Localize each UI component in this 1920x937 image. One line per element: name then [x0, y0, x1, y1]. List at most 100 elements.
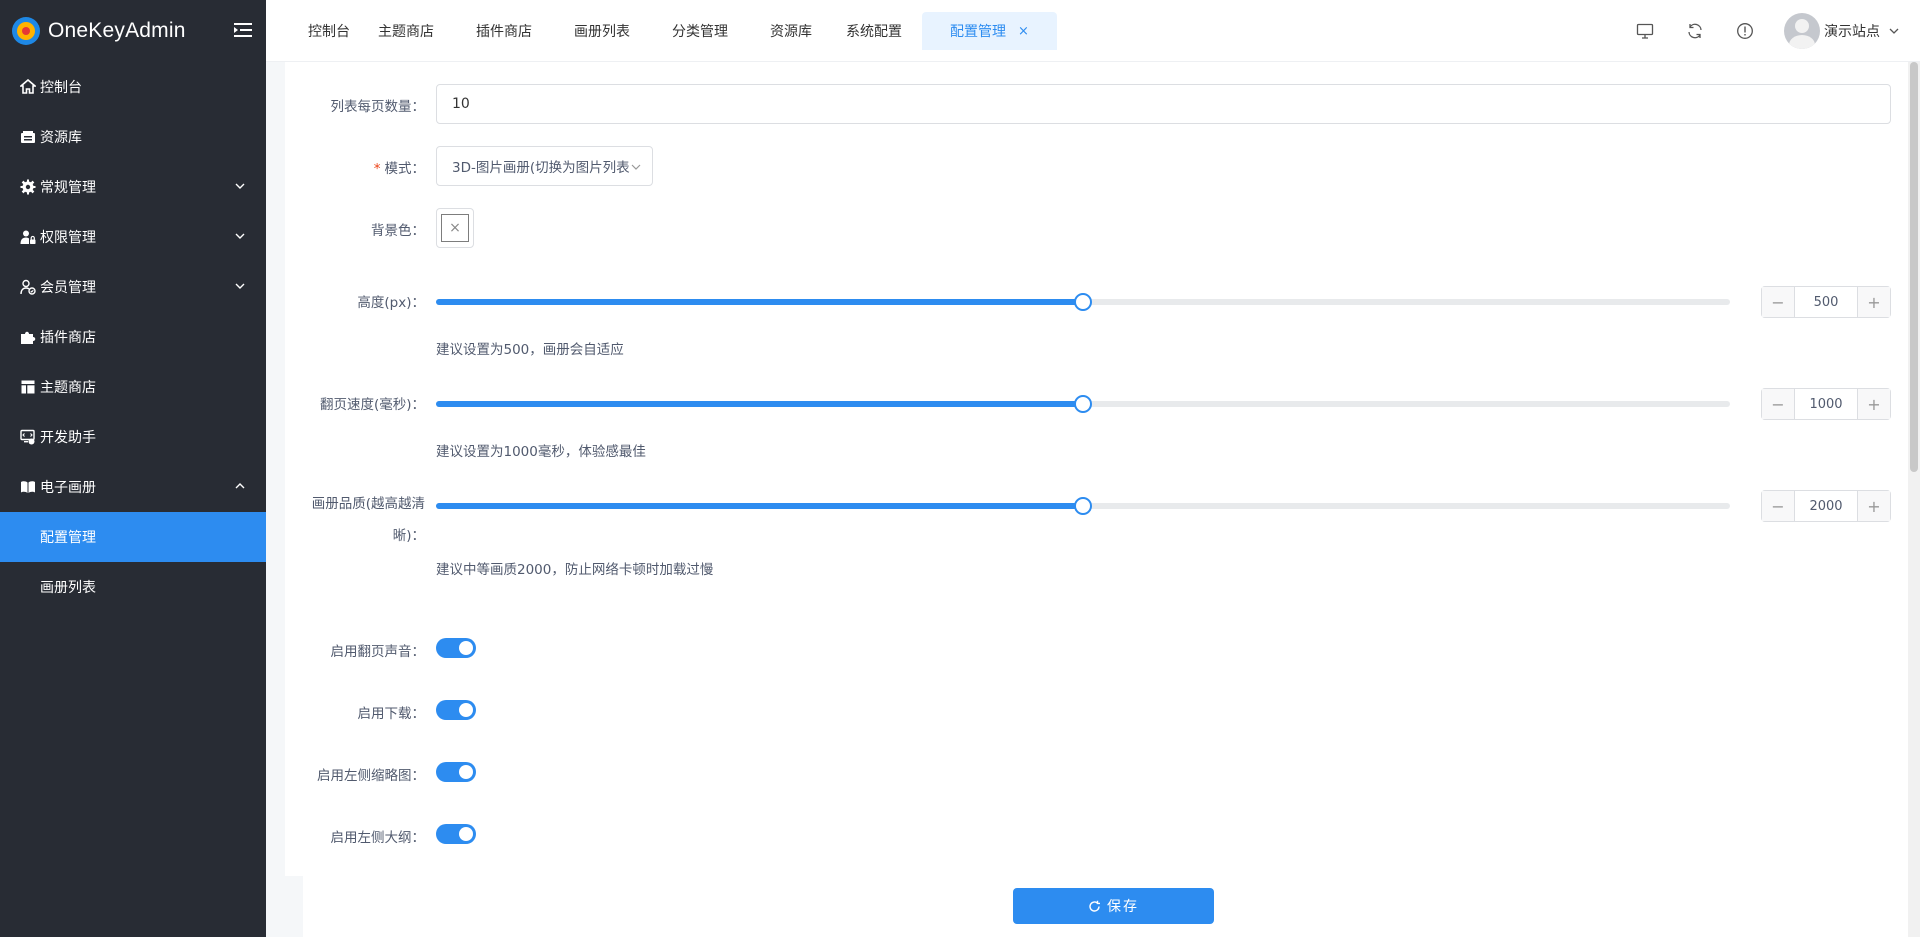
chevron-down-icon [235, 183, 245, 189]
sidebar: OneKeyAdmin 控制台 资源库 常规管理 权限管理 会员管理 插件商店 … [0, 0, 266, 937]
sidebar-item-ebook[interactable]: 电子画册 [0, 462, 266, 512]
quality-stepper[interactable]: − 2000 + [1761, 490, 1891, 522]
logo-bar: OneKeyAdmin [0, 0, 266, 62]
refresh-button[interactable] [1670, 0, 1720, 62]
tab-plugin-store[interactable]: 插件商店 [448, 12, 560, 50]
speed-stepper[interactable]: − 1000 + [1761, 388, 1891, 420]
menu-collapse-icon[interactable] [232, 19, 254, 41]
user-menu[interactable]: 演示站点 [1770, 13, 1920, 49]
height-stepper[interactable]: − 500 + [1761, 286, 1891, 318]
sidebar-subitem-album-list[interactable]: 画册列表 [0, 562, 266, 612]
sidebar-item-storage[interactable]: 资源库 [0, 112, 266, 162]
config-form: 列表每页数量： 10 * 模式： 3D-图片画册(切换为图片列表 背景色： × 高… [285, 62, 1920, 937]
background-label: 背景色： [371, 223, 425, 239]
sidebar-item-label: 权限管理 [40, 230, 96, 246]
thumbnail-label: 启用左侧缩略图： [317, 768, 425, 784]
app-name: OneKeyAdmin [48, 19, 186, 42]
outline-label: 启用左侧大纲： [330, 830, 426, 846]
tab-config-manage[interactable]: 配置管理 × [922, 12, 1057, 50]
sidebar-item-label: 开发助手 [40, 430, 96, 446]
chevron-down-icon [235, 283, 245, 289]
tab-label: 插件商店 [476, 24, 532, 40]
sidebar-subitem-config[interactable]: 配置管理 [0, 512, 266, 562]
quality-value[interactable]: 2000 [1794, 491, 1858, 521]
decrement-button[interactable]: − [1762, 491, 1794, 521]
page-size-label: 列表每页数量： [330, 99, 426, 115]
height-hint: 建议设置为500，画册会自适应 [436, 342, 624, 358]
tab-dashboard[interactable]: 控制台 [294, 12, 364, 50]
quality-label-line2: 晰)： [392, 528, 425, 544]
sidebar-item-devhelper[interactable]: 开发助手 [0, 412, 266, 462]
info-button[interactable] [1720, 0, 1770, 62]
height-slider[interactable] [436, 293, 1730, 311]
tab-bar: 控制台 主题商店 插件商店 画册列表 分类管理 资源库 系统配置 配置管理 × [294, 0, 1057, 62]
tab-album-list[interactable]: 画册列表 [560, 12, 644, 50]
sidebar-item-label: 常规管理 [40, 180, 96, 196]
fullscreen-button[interactable] [1620, 0, 1670, 62]
decrement-button[interactable]: − [1762, 389, 1794, 419]
book-icon [20, 479, 36, 495]
save-button[interactable]: 保存 [1013, 888, 1214, 924]
outline-toggle[interactable] [436, 824, 476, 844]
scrollbar-thumb[interactable] [1910, 62, 1918, 472]
tab-system-config[interactable]: 系统配置 [826, 12, 922, 50]
sidebar-item-label: 控制台 [40, 80, 82, 96]
increment-button[interactable]: + [1858, 491, 1890, 521]
tab-theme-store[interactable]: 主题商店 [364, 12, 448, 50]
speed-value[interactable]: 1000 [1794, 389, 1858, 419]
mode-select-value: 3D-图片画册(切换为图片列表 [452, 160, 630, 176]
download-toggle[interactable] [436, 700, 476, 720]
height-value[interactable]: 500 [1794, 287, 1858, 317]
puzzle-icon [20, 329, 36, 345]
tab-label: 系统配置 [846, 24, 902, 40]
speed-label: 翻页速度(毫秒)： [319, 397, 425, 413]
chevron-up-icon [235, 483, 245, 489]
info-icon [1737, 23, 1753, 39]
chevron-down-icon [630, 161, 642, 173]
quality-slider[interactable] [436, 497, 1730, 515]
sidebar-item-general[interactable]: 常规管理 [0, 162, 266, 212]
sidebar-item-themes[interactable]: 主题商店 [0, 362, 266, 412]
color-picker[interactable]: × [436, 208, 474, 248]
footer-divider [285, 876, 303, 937]
form-row-mode: * 模式： 3D-图片画册(切换为图片列表 [285, 146, 1905, 186]
layout-icon [20, 379, 36, 395]
sidebar-item-plugins[interactable]: 插件商店 [0, 312, 266, 362]
slider-handle[interactable] [1074, 395, 1092, 413]
quality-label: 画册品质(越高越清 晰)： [285, 495, 425, 545]
home-icon [20, 79, 36, 95]
thumbnail-toggle[interactable] [436, 762, 476, 782]
sidebar-item-label: 插件商店 [40, 330, 96, 346]
tab-close-icon[interactable]: × [1018, 24, 1029, 39]
page-size-input[interactable]: 10 [436, 84, 1891, 124]
gear-icon [20, 179, 36, 195]
sidebar-item-dashboard[interactable]: 控制台 [0, 62, 266, 112]
save-button-label: 保存 [1107, 899, 1139, 915]
page-sound-toggle[interactable] [436, 638, 476, 658]
monitor-icon [1636, 23, 1654, 39]
download-label: 启用下载： [357, 706, 426, 722]
tab-storage[interactable]: 资源库 [756, 12, 826, 50]
increment-button[interactable]: + [1858, 389, 1890, 419]
chevron-down-icon [235, 233, 245, 239]
tab-label: 配置管理 [950, 24, 1006, 40]
mode-label: * 模式： [285, 157, 425, 177]
required-mark: * [373, 161, 381, 177]
page-sound-label: 启用翻页声音： [330, 644, 426, 660]
color-empty-icon: × [441, 214, 469, 242]
slider-handle[interactable] [1074, 497, 1092, 515]
slider-handle[interactable] [1074, 293, 1092, 311]
mode-select[interactable]: 3D-图片画册(切换为图片列表 [436, 146, 653, 186]
sidebar-subitem-label: 配置管理 [40, 530, 96, 546]
scrollbar[interactable] [1908, 62, 1920, 937]
tab-label: 主题商店 [378, 24, 434, 40]
decrement-button[interactable]: − [1762, 287, 1794, 317]
sidebar-item-member[interactable]: 会员管理 [0, 262, 266, 312]
storage-icon [20, 129, 36, 145]
tab-category[interactable]: 分类管理 [644, 12, 756, 50]
increment-button[interactable]: + [1858, 287, 1890, 317]
sidebar-item-label: 资源库 [40, 130, 82, 146]
sidebar-item-permission[interactable]: 权限管理 [0, 212, 266, 262]
slider-fill [436, 401, 1083, 407]
speed-slider[interactable] [436, 395, 1730, 413]
